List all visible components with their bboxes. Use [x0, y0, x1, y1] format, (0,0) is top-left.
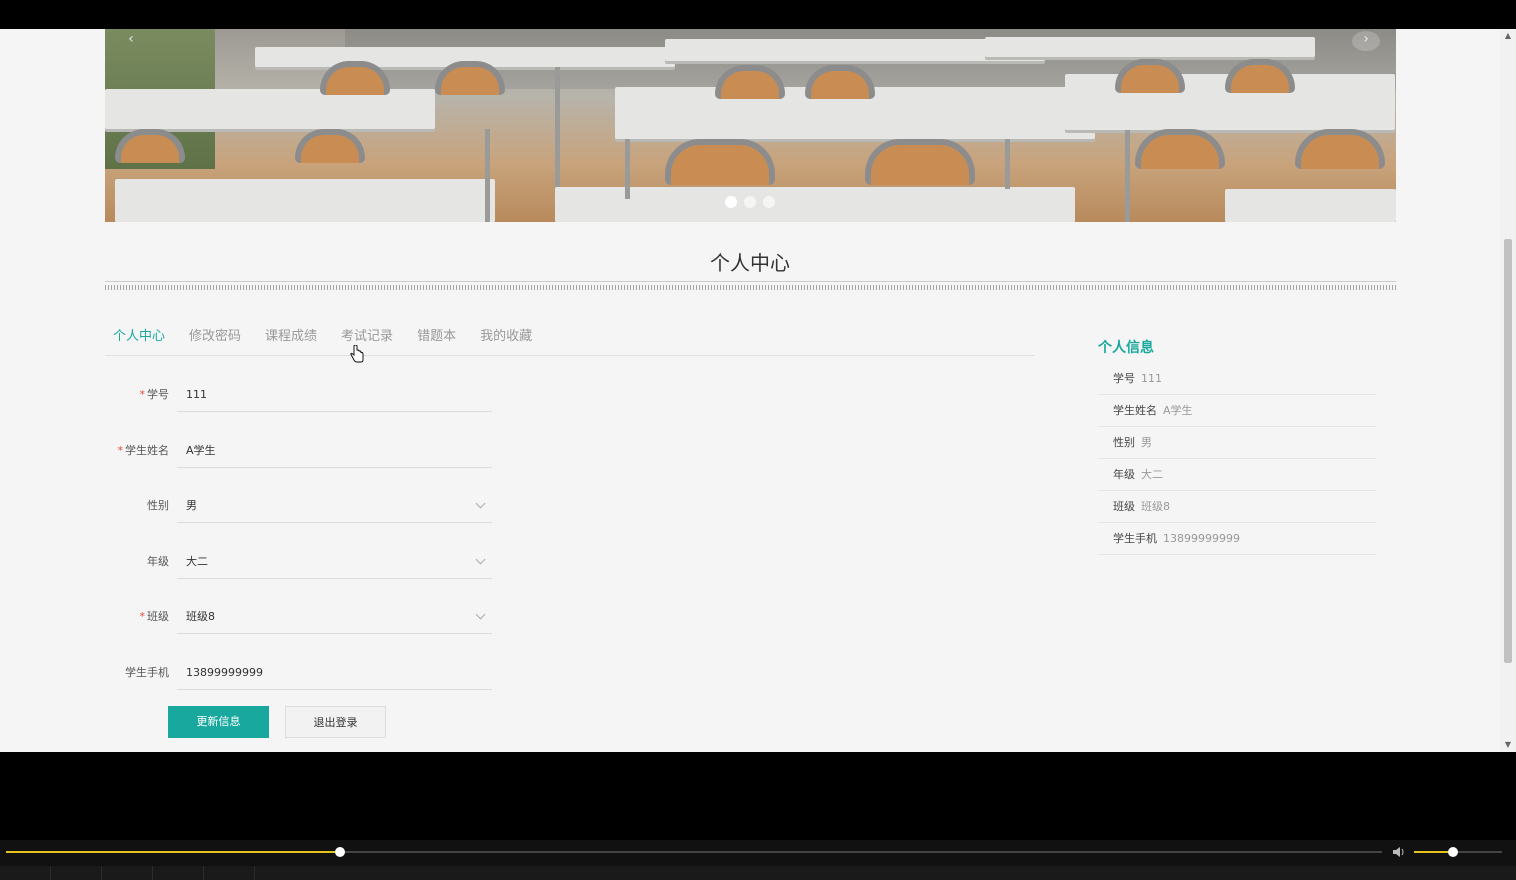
banner-leg: [555, 67, 560, 187]
taskbar-item[interactable]: [153, 866, 204, 880]
banner-desk: [985, 37, 1315, 57]
info-row-gender: 性别男: [1098, 427, 1376, 459]
form-row-student-id: * 学号 111: [105, 378, 495, 412]
banner-chair: [865, 139, 975, 185]
banner-carousel[interactable]: ‹ ›: [105, 29, 1396, 222]
student-name-input[interactable]: A学生: [177, 434, 492, 468]
chevron-down-icon: [475, 609, 486, 620]
form-row-phone: 学生手机 13899999999: [105, 656, 495, 690]
phone-input[interactable]: 13899999999: [177, 656, 492, 690]
volume-handle[interactable]: [1447, 847, 1458, 857]
info-row-grade: 年级 大二: [1098, 459, 1376, 491]
banner-dot-2[interactable]: [744, 196, 756, 208]
banner-leg: [1125, 130, 1130, 222]
volume-fill: [1414, 851, 1453, 853]
student-id-label: * 学号: [139, 388, 170, 401]
banner-dot-3[interactable]: [763, 196, 775, 208]
banner-leg: [485, 129, 490, 222]
video-progress-bar[interactable]: [6, 847, 1382, 857]
student-name-label: * 学生姓名: [117, 444, 170, 457]
info-row-phone: 学生手机 13899999999: [1098, 523, 1376, 555]
tab-change-password[interactable]: 修改密码: [181, 325, 249, 355]
volume-slider[interactable]: [1414, 847, 1502, 857]
page-title: 个人中心: [710, 251, 790, 275]
page-scrollbar[interactable]: ▲ ▼: [1500, 29, 1516, 752]
banner-leg: [625, 139, 630, 199]
profile-tabs: 个人中心 修改密码 课程成绩 考试记录 错题本 我的收藏: [105, 325, 1035, 356]
volume-icon[interactable]: [1392, 846, 1408, 860]
banner-next-icon[interactable]: ›: [1352, 31, 1380, 51]
info-row-class: 班级 班级8: [1098, 491, 1376, 523]
banner-desk: [1225, 189, 1396, 222]
phone-label: 学生手机: [125, 666, 169, 679]
chevron-down-icon: [475, 554, 486, 565]
gender-select[interactable]: 男: [177, 489, 492, 523]
banner-dot-1[interactable]: [725, 196, 737, 208]
form-row-class: * 班级 班级8: [105, 600, 495, 634]
form-row-student-name: * 学生姓名 A学生: [105, 434, 495, 468]
banner-prev-icon[interactable]: ‹: [121, 31, 141, 51]
scroll-down-icon[interactable]: ▼: [1503, 740, 1513, 750]
banner-desk: [555, 187, 1075, 222]
chevron-down-icon: [475, 498, 486, 509]
banner-chair: [1135, 129, 1225, 169]
video-progress-handle[interactable]: [335, 847, 346, 857]
personal-info-title: 个人信息: [1098, 340, 1154, 356]
title-dashed-divider: [105, 285, 1396, 290]
grade-value: 大二: [186, 555, 208, 568]
scroll-up-icon[interactable]: ▲: [1503, 31, 1513, 41]
tab-favorites[interactable]: 我的收藏: [472, 325, 540, 355]
info-row-student-id: 学号 111: [1098, 363, 1376, 395]
browser-viewport: ‹ › 个人中心 个人中心 修改密码 课程成绩 考试记录 错题本 我的收藏 * 学…: [0, 29, 1516, 752]
class-value: 班级8: [186, 610, 215, 623]
banner-leg: [1005, 139, 1010, 189]
grade-select[interactable]: 大二: [177, 545, 492, 579]
title-divider: [105, 281, 1396, 282]
taskbar-item[interactable]: [204, 866, 255, 880]
banner-desk: [105, 89, 435, 129]
gender-value: 男: [186, 499, 197, 512]
logout-button[interactable]: 退出登录: [285, 706, 386, 738]
taskbar-item[interactable]: [51, 866, 102, 880]
taskbar-item[interactable]: [0, 866, 51, 880]
taskbar-item[interactable]: [102, 866, 153, 880]
gender-label: 性别: [147, 499, 169, 512]
student-id-input[interactable]: 111: [177, 378, 492, 412]
class-select[interactable]: 班级8: [177, 600, 492, 634]
class-label: * 班级: [139, 610, 170, 623]
speaker-icon: [1393, 847, 1404, 857]
tab-exam-records[interactable]: 考试记录: [333, 325, 401, 355]
grade-label: 年级: [147, 555, 169, 568]
banner-chair: [665, 139, 775, 185]
banner-desk: [115, 179, 495, 222]
personal-info-list: 学号 111 学生姓名 A学生 性别男 年级 大二 班级 班级8 学生手机 1389999…: [1098, 363, 1376, 555]
video-progress-fill: [6, 851, 341, 853]
taskbar: [0, 866, 1516, 880]
banner-chair: [295, 129, 365, 163]
banner-chair: [1295, 129, 1385, 169]
tab-wrong-questions[interactable]: 错题本: [409, 325, 464, 355]
tab-personal-center[interactable]: 个人中心: [105, 325, 173, 355]
form-row-grade: 年级 大二: [105, 545, 495, 579]
update-info-button[interactable]: 更新信息: [168, 706, 269, 738]
scrollbar-thumb[interactable]: [1504, 239, 1512, 663]
info-row-student-name: 学生姓名 A学生: [1098, 395, 1376, 427]
banner-indicator: [725, 196, 775, 208]
tab-course-scores[interactable]: 课程成绩: [257, 325, 325, 355]
video-player-controls: [0, 840, 1516, 866]
hand-cursor-icon: [350, 345, 364, 363]
form-row-gender: 性别 男: [105, 489, 495, 523]
